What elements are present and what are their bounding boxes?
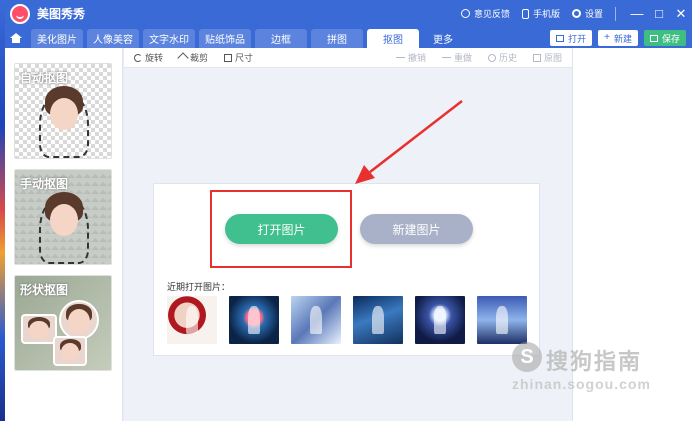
divider <box>615 6 616 21</box>
home-tab[interactable] <box>5 27 27 48</box>
tab-stickers[interactable]: 贴纸饰品 <box>199 29 251 48</box>
portrait-face <box>50 204 78 236</box>
image-icon <box>556 34 565 42</box>
recent-image-thumb[interactable] <box>353 296 403 344</box>
minimize-button[interactable]: — <box>626 0 648 27</box>
tab-cutout[interactable]: 抠图 <box>367 29 419 48</box>
maximize-button[interactable]: □ <box>648 0 670 27</box>
open-image-button[interactable]: 打开图片 <box>225 214 338 244</box>
recent-images-label: 近期打开图片： <box>167 282 231 292</box>
card-label: 手动抠图 <box>20 177 69 191</box>
card-label: 自动抠图 <box>20 71 69 85</box>
recent-image-thumb[interactable] <box>167 296 217 344</box>
undo-tool[interactable]: 撤销 <box>395 51 426 64</box>
app-title: 美图秀秀 <box>37 7 86 21</box>
scissors-icon <box>177 51 189 64</box>
redo-tool[interactable]: 重做 <box>441 51 472 64</box>
tab-text[interactable]: 文字水印 <box>143 29 195 48</box>
phone-version-link[interactable]: 手机版 <box>521 7 560 20</box>
feedback-link[interactable]: 意见反馈 <box>460 7 510 20</box>
sogou-logo-icon: S <box>512 342 542 372</box>
tab-frames[interactable]: 边框 <box>255 29 307 48</box>
history-tool[interactable]: 历史 <box>487 51 517 64</box>
original-tool[interactable]: 原图 <box>532 51 562 64</box>
redo-arrow-icon <box>441 57 451 58</box>
save-button[interactable]: 保存 <box>643 30 686 46</box>
start-panel: 打开图片 新建图片 近期打开图片： <box>153 183 540 356</box>
export-icon <box>649 34 658 42</box>
clock-icon <box>487 53 496 62</box>
watermark-text: 搜狗指南 <box>546 349 643 374</box>
editor-canvas: 旋转 裁剪 尺寸 撤销 重做 历史 原图 打开图片 新建图片 近期打开图片： <box>124 48 572 421</box>
gear-icon <box>571 9 581 18</box>
title-bar: 美图秀秀 意见反馈 手机版 设置 — □ ✕ <box>5 0 692 27</box>
tab-beautify[interactable]: 美化图片 <box>31 29 83 48</box>
open-button[interactable]: 打开 <box>550 30 593 46</box>
square-shape-thumb <box>53 336 87 366</box>
recent-image-thumb[interactable] <box>477 296 527 344</box>
chat-icon <box>460 9 470 18</box>
circle-shape-thumb <box>59 300 99 340</box>
recent-image-thumb[interactable] <box>415 296 465 344</box>
watermark-url: zhinan.sogou.com <box>512 376 651 392</box>
rect-shape-thumb <box>21 314 57 344</box>
home-icon <box>10 33 22 43</box>
resize-icon <box>224 53 233 62</box>
plus-icon: + <box>604 32 610 43</box>
settings-link[interactable]: 设置 <box>571 7 603 20</box>
rotate-tool[interactable]: 旋转 <box>134 51 163 64</box>
card-label: 形状抠图 <box>20 283 69 297</box>
recent-image-thumb[interactable] <box>291 296 341 344</box>
new-button[interactable]: + 新建 <box>598 30 638 46</box>
watermark: S 搜狗指南 zhinan.sogou.com <box>512 340 692 400</box>
shape-cutout-card[interactable]: 形状抠图 <box>14 275 112 371</box>
image-icon <box>532 53 541 62</box>
recent-image-thumb[interactable] <box>229 296 279 344</box>
size-tool[interactable]: 尺寸 <box>224 51 253 64</box>
rotate-icon <box>134 53 142 62</box>
close-button[interactable]: ✕ <box>670 0 692 27</box>
tab-portrait[interactable]: 人像美容 <box>87 29 139 48</box>
portrait-face <box>50 98 78 130</box>
cutout-sidebar: 自动抠图 手动抠图 形状抠图 <box>5 48 123 421</box>
tab-collage[interactable]: 拼图 <box>311 29 363 48</box>
undo-arrow-icon <box>395 57 405 58</box>
main-tab-bar: 美化图片 人像美容 文字水印 贴纸饰品 边框 拼图 抠图 更多 打开 + 新建 … <box>5 27 692 48</box>
recent-images-list <box>167 296 527 344</box>
tab-more[interactable]: 更多 <box>423 29 463 48</box>
new-image-button[interactable]: 新建图片 <box>360 214 473 244</box>
app-logo-icon <box>10 3 30 24</box>
edit-toolbar: 旋转 裁剪 尺寸 撤销 重做 历史 原图 <box>124 48 572 68</box>
manual-cutout-card[interactable]: 手动抠图 <box>14 169 112 265</box>
crop-tool[interactable]: 裁剪 <box>177 51 208 64</box>
phone-icon <box>521 8 529 19</box>
auto-cutout-card[interactable]: 自动抠图 <box>14 63 112 159</box>
